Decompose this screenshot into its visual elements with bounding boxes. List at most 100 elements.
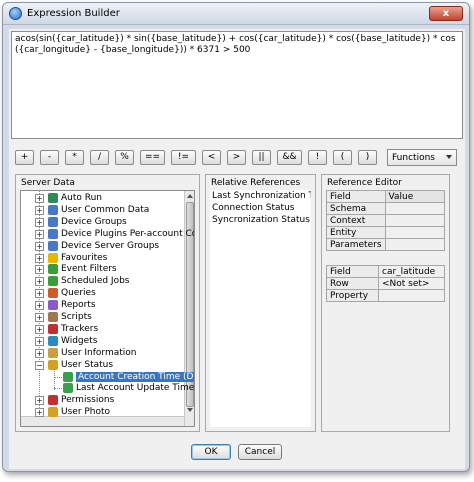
table-row[interactable]: Entity xyxy=(326,226,445,239)
tree-connector-line xyxy=(54,388,62,390)
field-cell: Row xyxy=(326,277,379,290)
tree-item[interactable]: + Device Server Groups xyxy=(21,240,191,252)
table-row[interactable]: Field car_latitude xyxy=(326,265,445,278)
value-cell[interactable] xyxy=(384,214,445,227)
tracker-icon xyxy=(48,323,58,334)
operator-button[interactable]: < xyxy=(202,150,221,165)
tree-item-label: Scheduled Jobs xyxy=(61,276,130,287)
tree-connector-line xyxy=(54,368,55,391)
expand-icon[interactable]: + xyxy=(35,336,44,346)
operator-button[interactable]: ( xyxy=(333,150,352,165)
operator-button[interactable]: && xyxy=(277,150,302,165)
cancel-button[interactable]: Cancel xyxy=(238,444,282,460)
reference-item[interactable]: Last Synchronization Time xyxy=(212,191,311,202)
reference-editor-grid: Field Value Schema Context Entity Parame… xyxy=(326,190,445,427)
table-row[interactable]: Row <Not set> xyxy=(326,277,445,290)
operator-button[interactable]: || xyxy=(252,150,271,165)
field-column-header: Field xyxy=(326,190,386,203)
expression-input[interactable]: acos(sin({car_latitude}) * sin({base_lat… xyxy=(11,31,463,139)
tree-item-label: User Status xyxy=(61,359,114,370)
functions-dropdown[interactable]: Functions xyxy=(387,149,457,166)
operator-button[interactable]: ! xyxy=(308,150,327,165)
tree-item-label: Auto Run xyxy=(61,193,103,203)
value-cell[interactable]: <Not set> xyxy=(378,277,445,290)
variable-icon xyxy=(48,359,58,370)
value-cell[interactable] xyxy=(384,226,445,239)
operator-button[interactable]: != xyxy=(171,150,196,165)
expand-icon[interactable]: + xyxy=(35,313,44,322)
tree-item[interactable]: + Event Filters xyxy=(21,263,191,275)
expand-icon[interactable]: + xyxy=(35,265,44,275)
reference-editor-table: Field Value Schema Context Entity Parame… xyxy=(326,190,445,251)
field-icon xyxy=(63,371,73,382)
table-row[interactable]: Parameters xyxy=(326,238,445,251)
plugin-icon xyxy=(48,228,58,239)
tree-item[interactable]: + Device Plugins Per-account Confi xyxy=(21,228,194,240)
tree-child-item[interactable]: Account Creation Time (Date xyxy=(21,371,194,383)
server-data-panel: Server Data + Auto Run + User Common Data + D… xyxy=(15,174,200,432)
operator-button[interactable]: ) xyxy=(358,150,377,165)
expand-icon[interactable]: + xyxy=(35,205,44,215)
relative-references-list[interactable]: Last Synchronization Time Connection Sta… xyxy=(210,190,311,427)
tree-item[interactable]: + Scripts xyxy=(21,311,191,323)
collapse-icon[interactable]: − xyxy=(35,360,44,370)
tree-child-item[interactable]: Last Account Update Time (D xyxy=(21,382,194,394)
tree-item-label: Widgets xyxy=(61,335,98,346)
report-icon xyxy=(48,300,58,311)
user-info-icon xyxy=(48,347,58,358)
expand-icon[interactable]: + xyxy=(35,229,44,239)
tree-item[interactable]: + User Photo xyxy=(21,406,191,418)
server-data-tree[interactable]: + Auto Run + User Common Data + Device Groups… xyxy=(20,190,195,427)
expand-icon[interactable]: + xyxy=(35,408,44,418)
functions-dropdown-label: Functions xyxy=(392,153,435,163)
tree-item[interactable]: + Widgets xyxy=(21,335,191,347)
relative-references-title: Relative References xyxy=(211,178,301,188)
table-row[interactable]: Schema xyxy=(326,202,445,215)
expand-icon[interactable]: + xyxy=(35,396,44,406)
operator-button[interactable]: % xyxy=(115,150,134,165)
reference-item[interactable]: Syncronization Status xyxy=(212,215,310,226)
tree-item[interactable]: + Favourites xyxy=(21,252,191,264)
tree-item[interactable]: − User Status xyxy=(21,359,191,371)
close-button[interactable]: x xyxy=(429,6,463,21)
expand-icon[interactable]: + xyxy=(35,277,44,287)
ok-button[interactable]: OK xyxy=(191,444,231,460)
reference-item[interactable]: Connection Status xyxy=(212,203,294,214)
value-cell[interactable] xyxy=(384,238,445,251)
tree-item[interactable]: + Device Groups xyxy=(21,216,191,228)
expand-icon[interactable]: + xyxy=(35,289,44,299)
expand-icon[interactable]: + xyxy=(35,241,44,251)
tree-item[interactable]: + User Common Data xyxy=(21,204,191,216)
tree-item[interactable]: + Reports xyxy=(21,299,191,311)
operator-button[interactable]: == xyxy=(140,150,165,165)
operator-button[interactable]: + xyxy=(15,150,34,165)
title-bar[interactable]: Expression Builder x xyxy=(3,3,469,25)
tree-item[interactable]: + Permissions xyxy=(21,394,191,406)
tree-item[interactable]: + Auto Run xyxy=(21,192,191,204)
operator-button[interactable]: / xyxy=(90,150,109,165)
expand-icon[interactable]: + xyxy=(35,253,44,263)
table-row[interactable]: Context xyxy=(326,214,445,227)
field-cell: Parameters xyxy=(326,238,386,251)
table-row[interactable]: Property xyxy=(326,289,445,302)
value-cell[interactable]: car_latitude xyxy=(378,265,445,278)
reference-editor-panel: Reference Editor Field Value Schema Cont… xyxy=(321,174,450,432)
expand-icon[interactable]: + xyxy=(35,348,44,358)
operator-button[interactable]: * xyxy=(65,150,84,165)
operator-button[interactable]: - xyxy=(40,150,59,165)
tree-item[interactable]: + Trackers xyxy=(21,323,191,335)
tree-item-label: User Information xyxy=(61,347,137,358)
expand-icon[interactable]: + xyxy=(35,194,44,203)
operator-button[interactable]: > xyxy=(227,150,246,165)
expand-icon[interactable]: + xyxy=(35,324,44,334)
tree-item[interactable]: + User Information xyxy=(21,347,191,359)
expand-icon[interactable]: + xyxy=(35,217,44,227)
tree-item[interactable]: + Scheduled Jobs xyxy=(21,275,191,287)
tree-item-label: User Photo xyxy=(61,407,111,418)
expand-icon[interactable]: + xyxy=(35,301,44,311)
window-title: Expression Builder xyxy=(27,8,120,19)
tree-item[interactable]: + Queries xyxy=(21,287,191,299)
value-cell[interactable] xyxy=(378,289,445,302)
value-cell[interactable] xyxy=(384,202,445,215)
server-groups-icon xyxy=(48,240,58,251)
